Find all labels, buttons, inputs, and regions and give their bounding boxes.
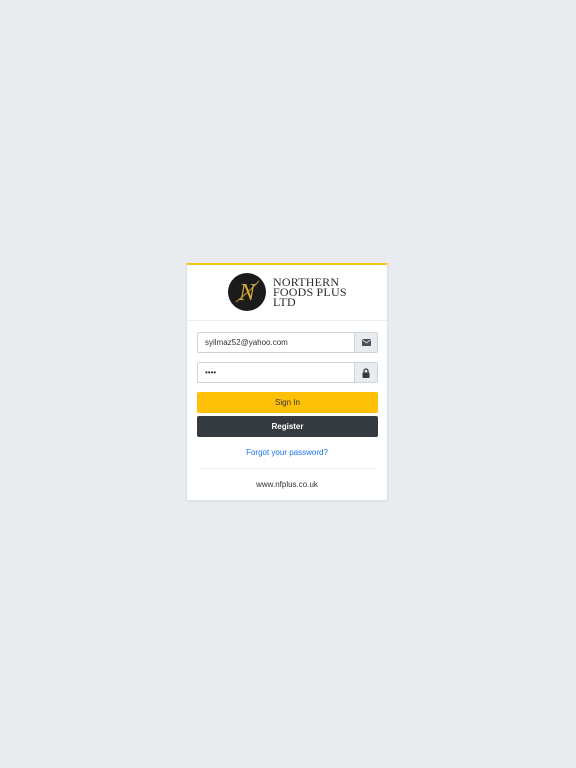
brand-logo-mark-icon: N: [229, 274, 265, 310]
register-button[interactable]: Register: [197, 416, 378, 437]
brand-header: N NORTHERN FOODS PLUS LTD: [187, 265, 387, 321]
brand-name: NORTHERN FOODS PLUS LTD: [273, 276, 347, 308]
login-card: N NORTHERN FOODS PLUS LTD Sign In R: [186, 263, 388, 501]
email-field-group: [197, 332, 378, 353]
password-field-group: [197, 362, 378, 383]
lock-icon: [354, 363, 377, 382]
website-link[interactable]: www.nfplus.co.uk: [187, 480, 387, 489]
sign-in-button[interactable]: Sign In: [197, 392, 378, 413]
envelope-icon: [354, 333, 377, 352]
forgot-password-link[interactable]: Forgot your password?: [187, 448, 387, 457]
divider: [199, 468, 376, 469]
email-input[interactable]: [198, 333, 354, 352]
password-input[interactable]: [198, 363, 354, 382]
brand-logo: N: [228, 273, 266, 311]
